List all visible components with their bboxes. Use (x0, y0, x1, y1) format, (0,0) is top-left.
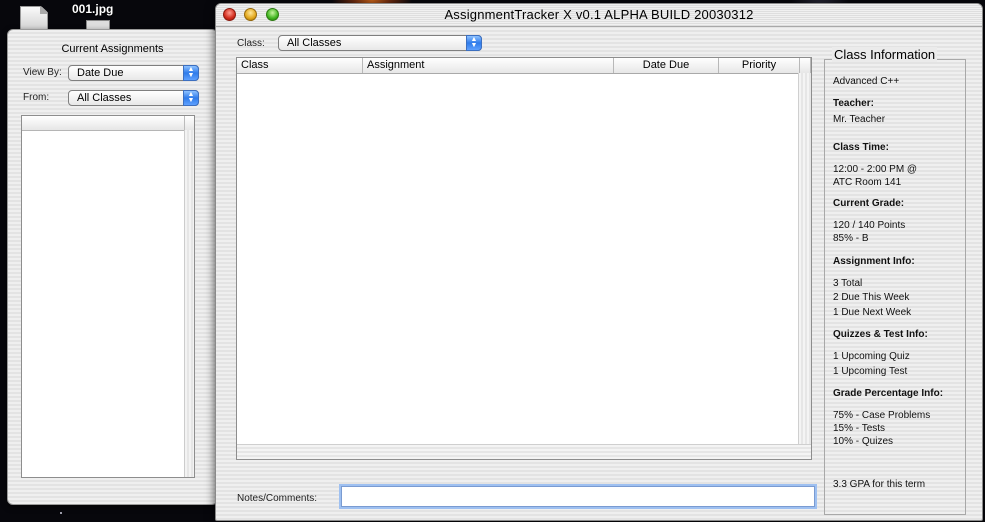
assignments-drawer: Current Assignments View By: Date Due ▲ ▼… (7, 29, 218, 505)
star (60, 512, 62, 514)
list-scrollbar[interactable] (184, 130, 194, 477)
gpa-text: 3.3 GPA for this term (833, 479, 926, 490)
header-divider (184, 116, 185, 130)
from-popup[interactable]: All Classes ▲ ▼ (68, 90, 199, 106)
main-window: AssignmentTracker X v0.1 ALPHA BUILD 200… (215, 3, 983, 521)
column-header-date-due[interactable]: Date Due (614, 58, 719, 73)
class-filter-label: Class: (237, 38, 265, 49)
quiz-test-label: Quizzes & Test Info: (833, 329, 928, 340)
popup-arrows-icon: ▲ ▼ (466, 35, 482, 51)
assignments-list[interactable] (21, 115, 195, 478)
grade-label: Current Grade: (833, 198, 905, 209)
table-vertical-scrollbar[interactable] (798, 73, 811, 444)
pct-quizes: 10% - Quizes (833, 436, 894, 447)
column-header-corner (800, 58, 811, 73)
assignment-info-label: Assignment Info: (833, 256, 915, 267)
assignments-table[interactable]: Class Assignment Date Due Priority (236, 57, 812, 460)
from-label: From: (23, 92, 50, 103)
assignment-next-week: 1 Due Next Week (833, 307, 912, 318)
class-info-heading: Class Information (832, 47, 938, 62)
teacher-label: Teacher: (833, 98, 874, 109)
class-name: Advanced C++ (833, 76, 900, 87)
title-bar[interactable]: AssignmentTracker X v0.1 ALPHA BUILD 200… (216, 4, 982, 27)
grade-points: 120 / 140 Points (833, 220, 906, 231)
view-by-value: Date Due (77, 67, 124, 79)
window-content: Class: All Classes ▲ ▼ Class Assignment D… (216, 27, 982, 520)
column-header-priority[interactable]: Priority (719, 58, 800, 73)
class-time-line1: 12:00 - 2:00 PM @ (833, 164, 918, 175)
popup-arrows-icon: ▲ ▼ (183, 90, 199, 106)
teacher-value: Mr. Teacher (833, 114, 886, 125)
grade-pct-label: Grade Percentage Info: (833, 388, 944, 399)
list-header[interactable] (22, 116, 194, 131)
view-by-popup[interactable]: Date Due ▲ ▼ (68, 65, 199, 81)
upcoming-quiz: 1 Upcoming Quiz (833, 351, 910, 362)
pct-tests: 15% - Tests (833, 423, 886, 434)
view-by-label: View By: (23, 67, 62, 78)
upcoming-test: 1 Upcoming Test (833, 366, 908, 377)
class-filter-value: All Classes (287, 37, 342, 49)
class-filter-popup[interactable]: All Classes ▲ ▼ (278, 35, 482, 51)
pct-case-problems: 75% - Case Problems (833, 410, 931, 421)
column-header-assignment[interactable]: Assignment (363, 58, 614, 73)
table-horizontal-scrollbar[interactable] (237, 444, 811, 459)
grade-percent: 85% - B (833, 233, 869, 244)
class-time-label: Class Time: (833, 142, 889, 153)
drawer-title: Current Assignments (61, 43, 164, 55)
column-header-class[interactable]: Class (237, 58, 363, 73)
notes-label: Notes/Comments: (237, 493, 318, 504)
from-value: All Classes (77, 92, 132, 104)
notes-input[interactable] (341, 486, 815, 507)
table-header: Class Assignment Date Due Priority (237, 58, 811, 74)
desktop-icon-label[interactable]: 001.jpg (72, 2, 113, 16)
assignment-total: 3 Total (833, 278, 863, 289)
popup-arrows-icon: ▲ ▼ (183, 65, 199, 81)
assignment-this-week: 2 Due This Week (833, 292, 910, 303)
class-time-line2: ATC Room 141 (833, 177, 902, 188)
window-title: AssignmentTracker X v0.1 ALPHA BUILD 200… (444, 7, 754, 22)
